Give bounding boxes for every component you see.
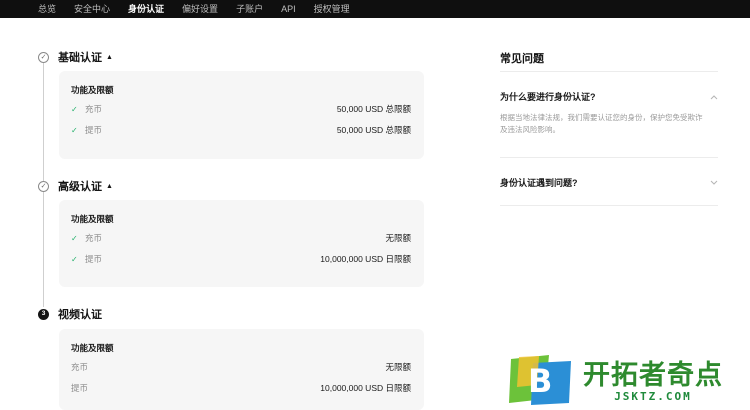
- level-advanced-header: ✓ 高级认证 ▲: [38, 178, 113, 194]
- caret-up-icon[interactable]: ▲: [106, 183, 113, 190]
- row-label: 提币: [71, 383, 89, 393]
- level-basic-header: ✓ 基础认证 ▲: [38, 49, 113, 65]
- nav-security-center[interactable]: 安全中心: [74, 0, 110, 18]
- level-video-title: 视频认证: [58, 309, 102, 321]
- row-value: 50,000 USD 总限额: [336, 125, 411, 135]
- card-title: 功能及限额: [71, 214, 114, 224]
- brand-name: 开拓者奇点: [583, 359, 723, 390]
- check-circle-icon: ✓: [38, 51, 49, 63]
- check-circle-icon: ✓: [38, 180, 49, 192]
- limit-row-withdraw: ✓ 提币 50,000 USD 总限额: [71, 124, 411, 136]
- nav-authorization-management[interactable]: 授权管理: [314, 0, 350, 18]
- faq-question: 身份认证遇到问题?: [500, 178, 578, 188]
- check-icon: ✓: [71, 233, 78, 243]
- card-title: 功能及限额: [71, 343, 114, 353]
- check-icon: ✓: [71, 125, 78, 135]
- faq-question: 为什么要进行身份认证?: [500, 92, 596, 102]
- row-label: 充币: [85, 233, 103, 243]
- limit-row-withdraw: ✓ 提币 10,000,000 USD 日限额: [71, 253, 411, 265]
- top-nav: 总览 安全中心 身份认证 偏好设置 子账户 API 授权管理: [0, 0, 750, 18]
- faq-item-verification-issue[interactable]: 身份认证遇到问题?: [500, 176, 718, 189]
- logo-letter: B: [528, 362, 553, 400]
- row-value: 10,000,000 USD 日限额: [320, 383, 411, 393]
- faq-item-why-verify[interactable]: 为什么要进行身份认证?: [500, 90, 718, 103]
- limit-row-withdraw: 提币 10,000,000 USD 日限额: [71, 382, 411, 394]
- site-watermark: B 开拓者奇点 JSKTZ.COM: [509, 354, 747, 408]
- chevron-down-icon: [710, 179, 718, 187]
- faq-divider: [500, 205, 718, 206]
- step-number-badge: 3: [38, 308, 49, 320]
- nav-preferences[interactable]: 偏好设置: [182, 0, 218, 18]
- row-value: 无限额: [385, 362, 411, 372]
- nav-overview[interactable]: 总览: [38, 0, 56, 18]
- nav-api[interactable]: API: [281, 0, 296, 18]
- faq-title: 常见问题: [500, 53, 544, 65]
- chevron-up-icon: [710, 93, 718, 101]
- row-label: 提币: [85, 125, 103, 135]
- limit-row-deposit: ✓ 充币 50,000 USD 总限额: [71, 103, 411, 115]
- card-title: 功能及限额: [71, 85, 114, 95]
- row-label: 充币: [85, 104, 103, 114]
- limit-row-deposit: 充币 无限额: [71, 361, 411, 373]
- level-advanced-title: 高级认证: [58, 181, 102, 193]
- row-value: 10,000,000 USD 日限额: [320, 254, 411, 264]
- check-icon: ✓: [71, 104, 78, 114]
- limit-row-deposit: ✓ 充币 无限额: [71, 232, 411, 244]
- nav-identity-verification[interactable]: 身份认证: [128, 0, 164, 18]
- check-icon: ✓: [71, 254, 78, 264]
- nav-sub-accounts[interactable]: 子账户: [236, 0, 263, 18]
- row-label: 充币: [71, 362, 89, 372]
- faq-answer: 根据当地法律法规，我们需要认证您的身份，保护您免受欺诈及违法风险影响。: [500, 113, 703, 134]
- brand-logo-icon: B: [509, 355, 573, 407]
- faq-divider: [500, 157, 718, 158]
- brand-url: JSKTZ.COM: [614, 389, 692, 403]
- faq-divider: [500, 71, 718, 72]
- row-label: 提币: [85, 254, 103, 264]
- level-video-card: 功能及限额 充币 无限额 提币 10,000,000 USD 日限额: [59, 329, 424, 410]
- caret-up-icon[interactable]: ▲: [106, 54, 113, 61]
- row-value: 50,000 USD 总限额: [336, 104, 411, 114]
- level-basic-card: 功能及限额 ✓ 充币 50,000 USD 总限额 ✓ 提币 50,000 US…: [59, 71, 424, 159]
- row-value: 无限额: [385, 233, 411, 243]
- level-advanced-card: 功能及限额 ✓ 充币 无限额 ✓ 提币 10,000,000 USD 日限额: [59, 200, 424, 287]
- level-video-header: 3 视频认证: [38, 306, 102, 322]
- level-basic-title: 基础认证: [58, 52, 102, 64]
